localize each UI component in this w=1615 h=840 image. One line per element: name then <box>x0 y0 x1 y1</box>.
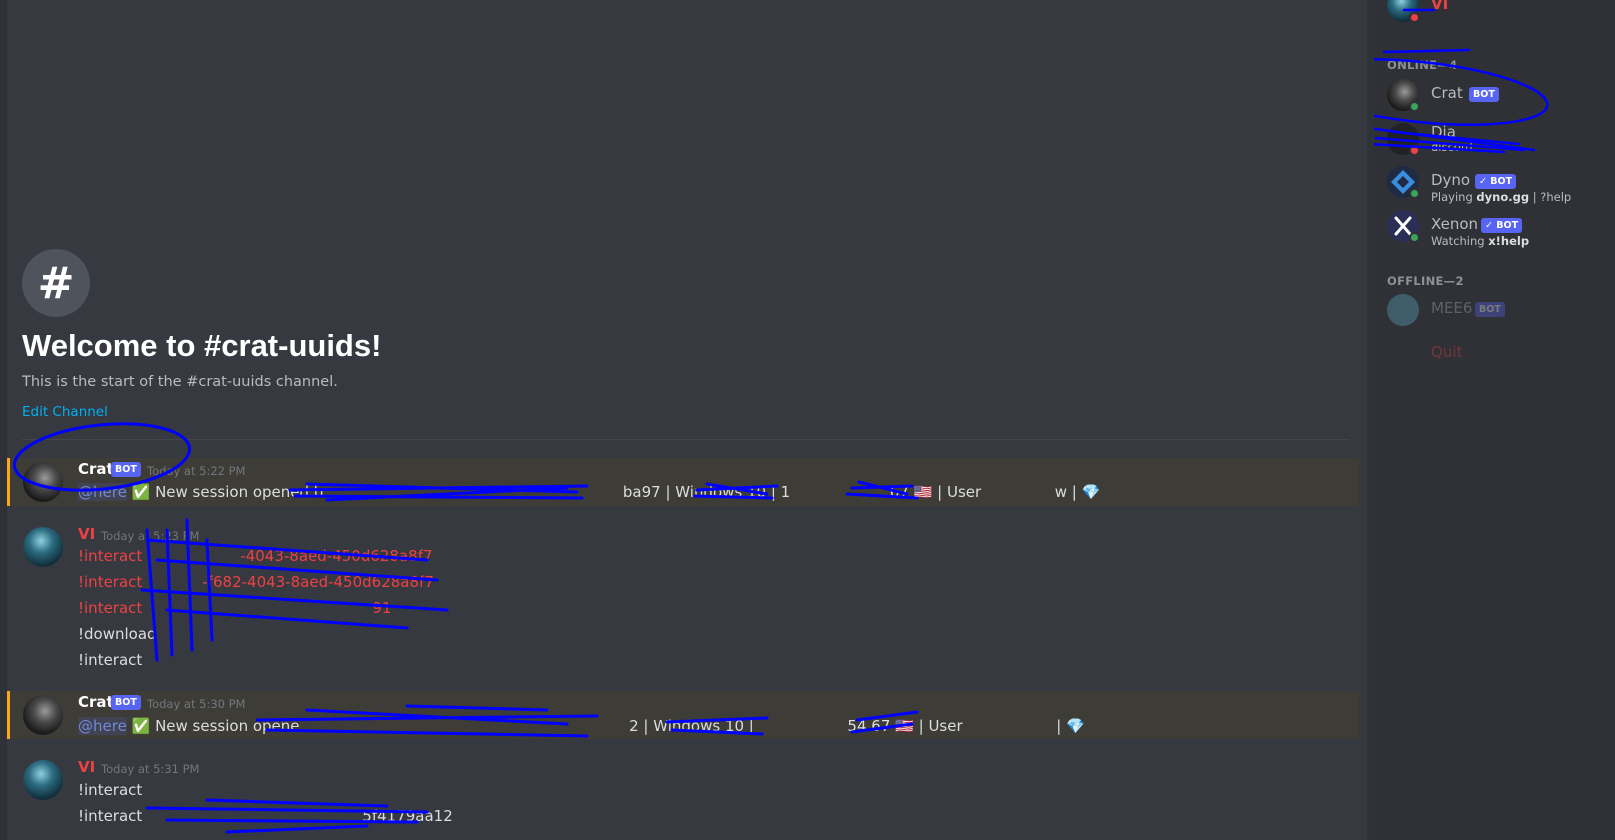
avatar-crat[interactable] <box>23 695 63 735</box>
message-timestamp: Today at 5:30 PM <box>147 697 246 711</box>
member-activity: Watching x!help <box>1431 234 1529 248</box>
message-text: 2 | Windows 10 | <box>629 717 754 735</box>
verified-bot-tag: ✓ BOT <box>1475 174 1517 189</box>
message-line: !interact 91 <box>78 599 391 617</box>
message-timestamp: Today at 5:22 PM <box>147 464 246 478</box>
command-tail: 91 <box>372 599 392 617</box>
command-text: !interact <box>78 807 143 825</box>
member-top[interactable]: VI <box>1387 0 1607 34</box>
message-text: | <box>1056 717 1062 735</box>
message-text: 67 <box>889 483 909 501</box>
bot-tag: BOT <box>1469 87 1499 102</box>
member-dyno[interactable]: Dyno ✓ BOT Playing dyno.gg | ?help <box>1387 166 1607 210</box>
activity-suffix: | ?help <box>1529 190 1572 204</box>
message-author[interactable]: VI <box>78 758 95 776</box>
message-text: | User <box>937 483 982 501</box>
message-line: !interact <box>78 781 143 799</box>
member-xenon[interactable]: Xenon ✓ BOT Watching x!help <box>1387 210 1607 254</box>
command-tail: -f682-4043-8aed-450d628a8f7 <box>202 573 434 591</box>
chat-scrollbar[interactable] <box>1367 0 1374 840</box>
check-emoji-icon: ✅ <box>131 717 151 735</box>
check-emoji-icon: ✅ <box>131 483 151 501</box>
bot-tag: BOT <box>111 462 141 477</box>
message-line: !interact 5f4179aa12 <box>78 807 453 825</box>
message-line: !interact <box>78 651 143 669</box>
member-mee6[interactable]: MEE6 BOT <box>1387 294 1607 338</box>
message-timestamp: Today at 5:23 PM <box>101 529 200 543</box>
command-text: !interact <box>78 599 143 617</box>
member-crat[interactable]: Crat BOT <box>1387 79 1607 123</box>
member-name: Dyno <box>1431 171 1471 189</box>
message-content: @here ✅ New session opene 2 | Windows 10… <box>78 717 1085 735</box>
member-name: MEE6 <box>1431 299 1473 317</box>
us-flag-icon: 🇺🇸 <box>895 717 914 735</box>
left-edge <box>0 0 7 840</box>
member-name: VI <box>1431 0 1449 13</box>
bot-tag: BOT <box>111 695 141 710</box>
message-text: New session opened b <box>155 483 324 501</box>
edit-channel-link[interactable]: Edit Channel <box>22 404 108 420</box>
welcome-title: Welcome to #crat-uuids! <box>22 328 382 363</box>
us-flag-icon: 🇺🇸 <box>913 483 933 501</box>
gem-emoji-icon: 💎 <box>1081 483 1101 501</box>
activity-bold: dyno.gg <box>1476 190 1530 204</box>
welcome-divider <box>22 439 1350 440</box>
status-online-icon <box>1409 101 1420 112</box>
welcome-subtitle: This is the start of the #crat-uuids cha… <box>22 374 338 390</box>
activity-prefix: Playing <box>1431 190 1477 204</box>
avatar-crat[interactable] <box>23 462 63 502</box>
status-online-icon <box>1409 232 1420 243</box>
activity-prefix: Watching <box>1431 234 1489 248</box>
message-line: !interact -f682-4043-8aed-450d628a8f7 <box>78 573 434 591</box>
message-timestamp: Today at 5:31 PM <box>101 762 200 776</box>
verified-bot-tag: ✓ BOT <box>1481 218 1523 233</box>
message-author[interactable]: VI <box>78 525 95 543</box>
member-name: Quit <box>1431 343 1463 361</box>
mention-here[interactable]: @here <box>78 717 127 735</box>
message-author[interactable]: Crat <box>78 693 114 711</box>
member-activity: Playing dyno.gg | ?help <box>1431 190 1571 204</box>
message-text: 54.67 <box>847 717 891 735</box>
avatar-vi[interactable] <box>23 760 63 800</box>
message-author[interactable]: Crat <box>78 460 114 478</box>
offline-header: OFFLINE—2 <box>1387 274 1464 288</box>
activity-bold: x!help <box>1488 234 1530 248</box>
message-line: !interact -4043-8aed-450d628a8f7 <box>78 547 433 565</box>
member-name: Xenon <box>1431 215 1479 233</box>
command-tail: -4043-8aed-450d628a8f7 <box>240 547 433 565</box>
status-dnd-icon <box>1409 145 1420 156</box>
bot-tag: BOT <box>1475 302 1505 317</box>
mention-here[interactable]: @here <box>78 483 127 501</box>
avatar-mee6 <box>1387 294 1419 326</box>
command-tail: 5f4179aa12 <box>362 807 453 825</box>
command-text: !interact <box>78 573 143 591</box>
message-content: @here ✅ New session opened b ba97 | Wind… <box>78 483 1100 501</box>
member-name: Crat <box>1431 84 1463 102</box>
message-text: New session opene <box>155 717 300 735</box>
message-text: w | <box>1054 483 1077 501</box>
avatar-vi[interactable] <box>23 527 63 567</box>
status-online-icon <box>1409 188 1420 199</box>
member-dia[interactable]: Dia discord <box>1387 123 1607 167</box>
chat-area[interactable]: # Welcome to #crat-uuids! This is the st… <box>7 0 1374 840</box>
message-text: | User <box>918 717 963 735</box>
channel-hash-icon: # <box>22 249 90 317</box>
online-header: ONLINE—4 <box>1387 58 1458 72</box>
message-line: !download <box>78 625 157 643</box>
gem-emoji-icon: 💎 <box>1066 717 1085 735</box>
status-dnd-icon <box>1409 12 1420 23</box>
member-list[interactable]: VI ONLINE—4 Crat BOT Dia discord Dyno ✓ … <box>1374 0 1615 840</box>
member-name: Dia <box>1431 123 1456 141</box>
command-text: !interact <box>78 547 143 565</box>
message-text: ba97 | Windows 10 | 1 <box>622 483 791 501</box>
discord-window: # Welcome to #crat-uuids! This is the st… <box>0 0 1615 840</box>
member-activity: discord <box>1431 140 1473 154</box>
member-quit[interactable]: Quit <box>1387 338 1607 382</box>
